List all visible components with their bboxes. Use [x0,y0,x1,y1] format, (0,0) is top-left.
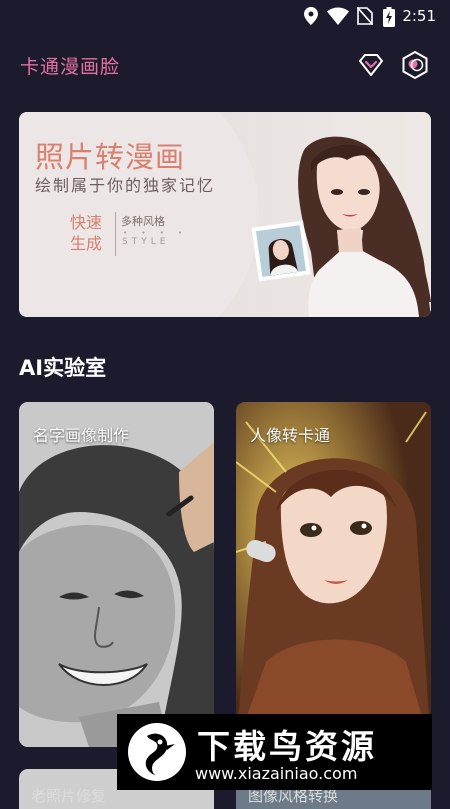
cartoon-portrait-image [236,402,431,747]
banner-style-en: STYLE [122,237,170,247]
status-time: 2:51 [402,7,436,25]
section-title-ai-lab: AI实验室 [19,356,107,380]
banner-dots: • • • • [123,229,189,237]
promo-banner[interactable]: 照片转漫画 绘制属于你的独家记忆 快速 生成 多种风格 • • • • STYL… [19,112,431,317]
app-bar: 卡通漫画脸 [0,44,450,84]
no-sim-icon [356,6,374,29]
profile-button[interactable] [400,50,430,80]
card-label-old-photo-restore: 老照片修复 [31,787,107,805]
banner-divider [115,212,116,256]
banner-feature-line1: 快速 [69,213,102,232]
wifi-icon [327,7,349,29]
vip-button[interactable] [356,50,386,80]
watermark-logo-icon [128,723,186,781]
banner-feature-fast: 快速 生成 [65,212,107,254]
location-icon [304,7,318,29]
card-portrait-to-cartoon[interactable]: 人像转卡通 [236,402,431,747]
watermark-overlay: 下载鸟资源 www.xiazainiao.com [117,714,432,790]
watermark-name: 下载鸟资源 [197,727,377,766]
watermark-url: www.xiazainiao.com [195,764,358,783]
sample-photo-thumbnail [251,220,311,282]
banner-styles-label: 多种风格 [121,215,165,228]
card-name-portrait[interactable]: 名字画像制作 [19,402,214,747]
app-title: 卡通漫画脸 [20,56,121,78]
stipple-portrait-image [19,402,214,747]
card-label-name-portrait: 名字画像制作 [33,426,130,445]
battery-charging-icon [383,7,395,31]
banner-feature-line2: 生成 [69,234,102,253]
card-label-portrait-to-cartoon: 人像转卡通 [250,426,331,445]
profile-hexagon-icon [402,50,428,80]
banner-headline: 照片转漫画 [35,140,186,174]
vip-diamond-icon [359,54,383,76]
banner-subtitle: 绘制属于你的独家记忆 [35,176,216,195]
status-bar: 2:51 [0,0,450,32]
